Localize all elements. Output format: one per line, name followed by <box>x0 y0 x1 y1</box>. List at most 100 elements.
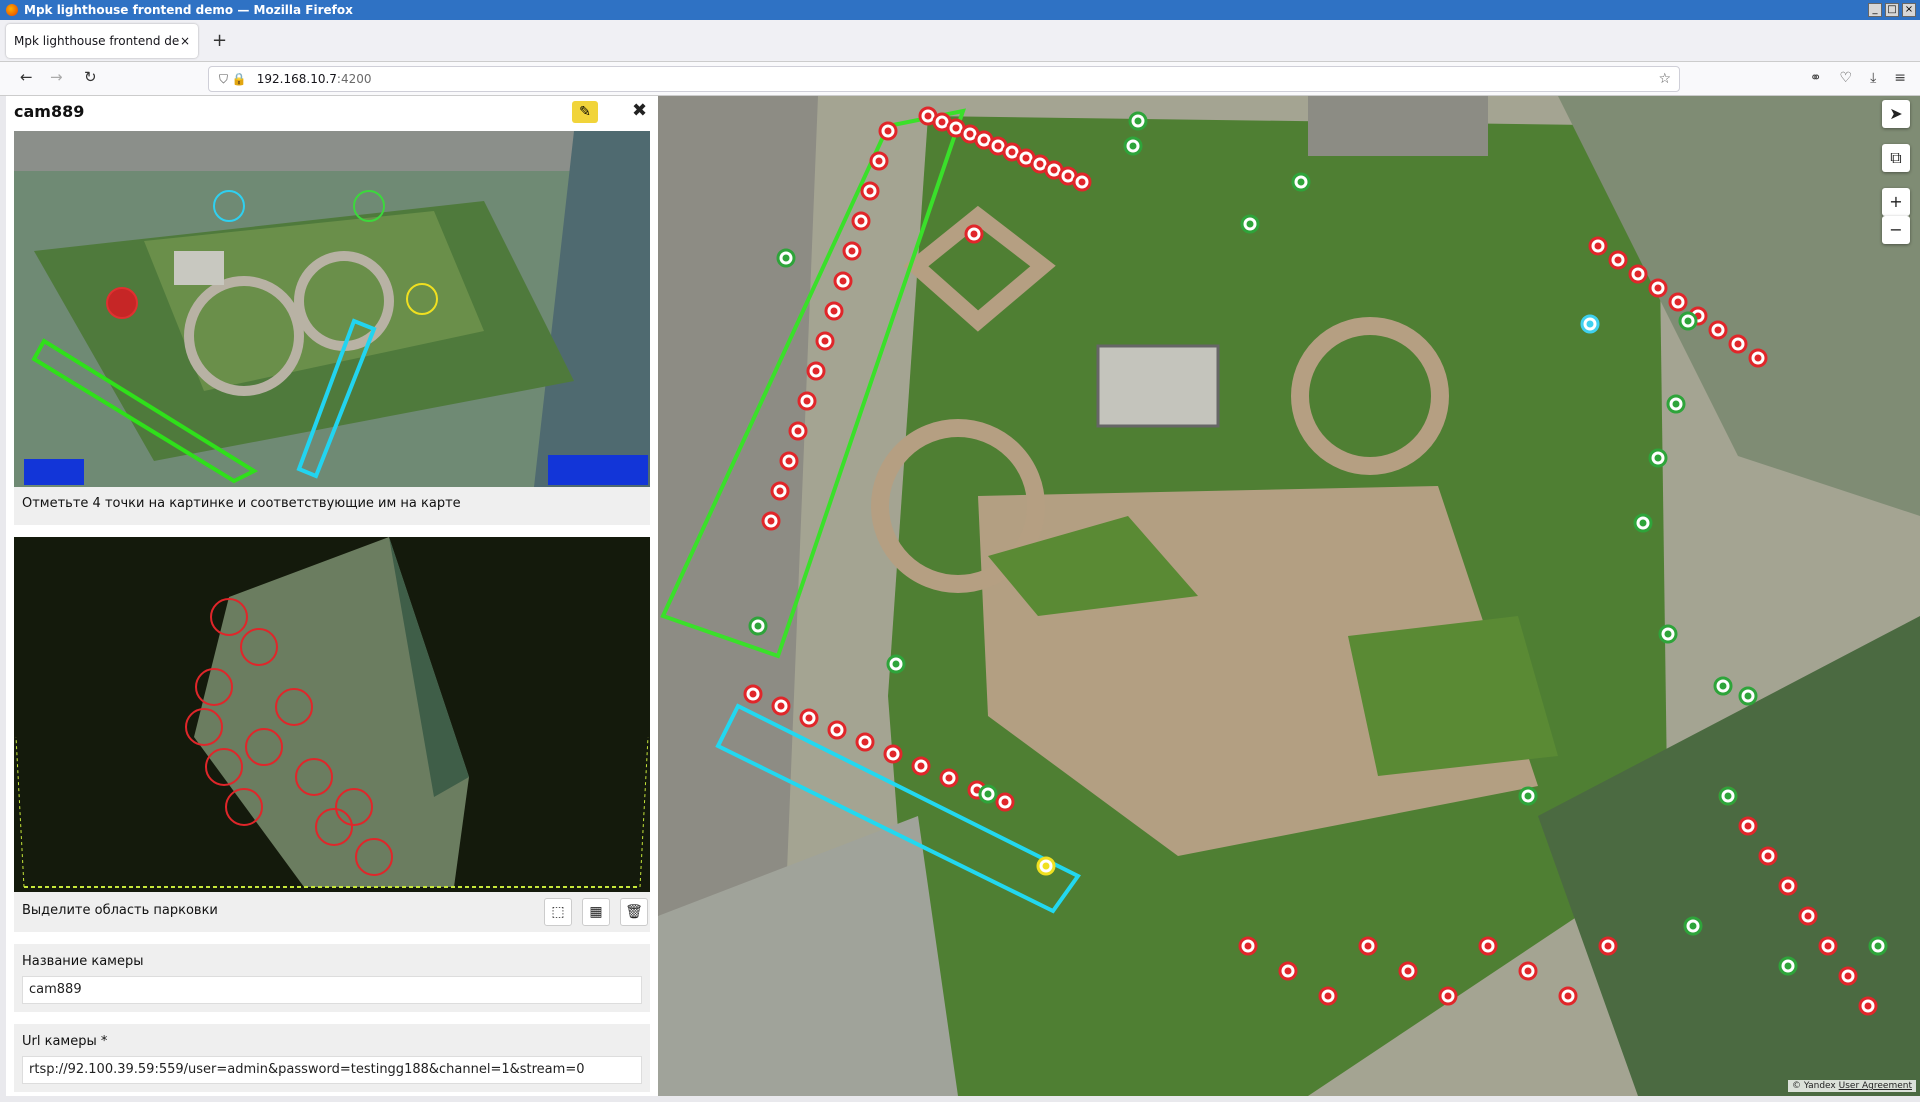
occupied-spot-48-dot <box>1784 882 1792 890</box>
map-canvas <box>658 96 1920 1096</box>
edit-icon[interactable]: ✎ <box>572 101 598 123</box>
tab-label: Mpk lighthouse frontend demo <box>14 34 180 48</box>
occupied-spot-35-dot <box>1001 798 1009 806</box>
occupied-spot-42-dot <box>1714 326 1722 334</box>
occupied-spot-46-dot <box>1744 822 1752 830</box>
occupied-spot-51-dot <box>1844 972 1852 980</box>
occupied-spot-20-dot <box>1008 148 1016 156</box>
delete-button[interactable]: 🗑 <box>620 898 648 926</box>
url-host: 192.168.10.7 <box>256 72 337 86</box>
occupied-spot-19-dot <box>994 142 1002 150</box>
tab-close-icon[interactable]: × <box>180 34 190 48</box>
occupied-spot-50-dot <box>1824 942 1832 950</box>
occupied-spot-2-dot <box>866 187 874 195</box>
extensions-icon[interactable]: ⚭ <box>1810 70 1822 86</box>
occupied-spot-49-dot <box>1804 912 1812 920</box>
camera-panel: cam889 ✎ ✖ Отметьте 4 точки на картинке … <box>6 96 658 1096</box>
occupied-spot-17-dot <box>966 130 974 138</box>
free-spot-14-dot <box>1524 792 1532 800</box>
minimize-button[interactable]: _ <box>1868 3 1882 17</box>
zoom-in-button[interactable]: + <box>1882 188 1910 216</box>
back-button[interactable]: ← <box>20 68 33 86</box>
url-bar[interactable]: ⛉ 🔒 192.168.10.7:4200 ☆ <box>208 66 1680 92</box>
panel-header: cam889 ✎ ✖ <box>6 96 658 130</box>
close-icon[interactable]: ✖ <box>632 100 647 121</box>
occupied-spot-15-dot <box>938 118 946 126</box>
grid-button[interactable]: ▦ <box>582 898 610 926</box>
occupied-spot-63-dot <box>970 230 978 238</box>
occupied-spot-56-dot <box>1364 942 1372 950</box>
occupied-spot-27-dot <box>777 702 785 710</box>
downloads-icon[interactable]: ⤓ <box>1870 70 1876 86</box>
occupied-spot-9-dot <box>803 397 811 405</box>
occupied-spot-36-dot <box>1594 242 1602 250</box>
occupied-spot-40-dot <box>1674 298 1682 306</box>
occupied-spot-23-dot <box>1050 166 1058 174</box>
camera-name-field: Название камеры cam889 <box>14 944 650 1012</box>
select-area-button[interactable]: ⬚ <box>544 898 572 926</box>
occupied-spot-1-dot <box>875 157 883 165</box>
window-title: Mpk lighthouse frontend demo — Mozilla F… <box>24 3 353 17</box>
user-agreement-link[interactable]: User Agreement <box>1839 1081 1912 1091</box>
camera-scene <box>14 131 650 487</box>
occupied-spot-3-dot <box>857 217 865 225</box>
warped-scene <box>15 537 649 888</box>
occupied-spot-5-dot <box>839 277 847 285</box>
occupied-spot-38-dot <box>1634 270 1642 278</box>
occupied-spot-30-dot <box>861 738 869 746</box>
occupied-spot-52-dot <box>1864 1002 1872 1010</box>
occupied-spot-54-dot <box>1284 967 1292 975</box>
free-spot-2-dot <box>1297 178 1305 186</box>
occupied-spot-7-dot <box>821 337 829 345</box>
reload-button[interactable]: ↻ <box>84 68 97 86</box>
firefox-icon <box>6 4 18 16</box>
occupied-spot-37-dot <box>1614 256 1622 264</box>
occupied-spot-57-dot <box>1404 967 1412 975</box>
menu-icon[interactable]: ≡ <box>1894 70 1906 86</box>
free-spot-18-dot <box>1874 942 1882 950</box>
free-spot-3-dot <box>1246 220 1254 228</box>
occupied-spot-13-dot <box>767 517 775 525</box>
maximize-button[interactable]: □ <box>1885 3 1899 17</box>
calibration-point-yellow-dot <box>1042 862 1050 870</box>
tab-mpk-demo[interactable]: Mpk lighthouse frontend demo × <box>6 24 198 58</box>
geolocate-button[interactable]: ➤ <box>1882 100 1910 128</box>
zoom-out-button[interactable]: − <box>1882 216 1910 244</box>
occupied-spot-61-dot <box>1564 992 1572 1000</box>
image-caption: Отметьте 4 точки на картинке и соответст… <box>14 487 650 525</box>
forward-button[interactable]: → <box>50 68 63 86</box>
occupied-spot-12-dot <box>776 487 784 495</box>
free-spot-13-dot <box>1689 922 1697 930</box>
occupied-spot-14-dot <box>924 112 932 120</box>
pocket-icon[interactable]: ♡ <box>1840 70 1853 86</box>
occupied-spot-26-dot <box>749 690 757 698</box>
map-attribution: © Yandex User Agreement <box>1788 1080 1916 1092</box>
camera-name-input[interactable]: cam889 <box>22 976 642 1004</box>
occupied-spot-22-dot <box>1036 160 1044 168</box>
window-controls: _ □ × <box>1868 3 1916 17</box>
bookmark-star-icon[interactable]: ☆ <box>1658 71 1671 87</box>
free-spot-15-dot <box>984 790 992 798</box>
url-port: :4200 <box>336 72 372 86</box>
new-tab-button[interactable]: + <box>212 30 227 51</box>
occupied-spot-47-dot <box>1764 852 1772 860</box>
occupied-spot-59-dot <box>1484 942 1492 950</box>
free-spot-8-dot <box>1639 519 1647 527</box>
camera-url-input[interactable]: rtsp://92.100.39.59:559/user=admin&passw… <box>22 1056 642 1084</box>
free-spot-0-dot <box>1134 117 1142 125</box>
free-spot-7-dot <box>1654 454 1662 462</box>
camera-image[interactable] <box>14 131 650 487</box>
occupied-spot-31-dot <box>889 750 897 758</box>
free-spot-9-dot <box>1664 630 1672 638</box>
layers-button[interactable]: ⧉ <box>1882 144 1910 172</box>
warped-image[interactable] <box>14 537 650 892</box>
occupied-spot-33-dot <box>945 774 953 782</box>
camera-name-label: Название камеры <box>22 954 144 969</box>
close-window-button[interactable]: × <box>1902 3 1916 17</box>
occupied-spot-58-dot <box>1444 992 1452 1000</box>
free-spot-6-dot <box>1672 400 1680 408</box>
satellite-map[interactable]: ➤ ⧉ + − © Yandex User Agreement <box>658 96 1920 1096</box>
occupied-spot-32-dot <box>917 762 925 770</box>
occupied-spot-24-dot <box>1064 172 1072 180</box>
occupied-spot-18-dot <box>980 136 988 144</box>
